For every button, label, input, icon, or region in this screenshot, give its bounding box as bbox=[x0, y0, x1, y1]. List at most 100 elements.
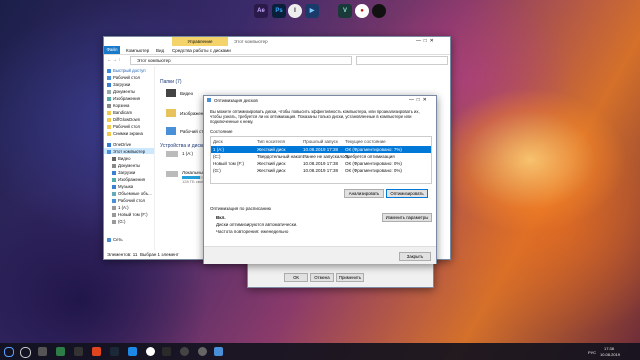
drive-cell-state: Требуется оптимизация bbox=[345, 154, 395, 159]
search-icon[interactable] bbox=[20, 347, 31, 358]
props-cancel-button[interactable]: Отмена bbox=[310, 273, 334, 282]
nav-item[interactable]: Видео bbox=[112, 156, 131, 161]
nav-pane: Быстрый доступ Рабочий стол Загрузки Док… bbox=[104, 66, 155, 250]
nav-item[interactable]: Загрузки bbox=[112, 170, 135, 175]
nav-item[interactable]: (G:) bbox=[112, 219, 125, 224]
drive-cell-last: Ранее не запускалось bbox=[303, 154, 350, 159]
start-icon[interactable] bbox=[4, 347, 14, 357]
schedule-line1: Диски оптимизируются автоматически. bbox=[216, 222, 298, 227]
window-controls[interactable]: — □ ✕ bbox=[416, 38, 434, 44]
nav-item[interactable]: Объемные объ... bbox=[112, 191, 152, 196]
analyze-button[interactable]: Анализировать bbox=[344, 189, 384, 198]
explorer-titlebar: Управление Этот компьютер — □ ✕ bbox=[104, 37, 450, 46]
telegram-icon[interactable] bbox=[128, 347, 137, 356]
explorer-title: Этот компьютер bbox=[234, 39, 268, 44]
drive-cell-last: 10.08.2019 17:38 bbox=[303, 147, 339, 152]
optimize-button[interactable]: Оптимизировать bbox=[386, 189, 428, 198]
nav-item[interactable]: Документы bbox=[112, 163, 140, 168]
drives-table: Диск Тип носителя Прошлый запуск Текущее… bbox=[210, 136, 432, 184]
app-icon-4[interactable] bbox=[162, 347, 171, 356]
drive-cell-disk: (G:) bbox=[213, 168, 221, 173]
drive-cell-disk: Новый том (F:) bbox=[213, 161, 244, 166]
nav-item[interactable]: Загрузки bbox=[107, 82, 130, 87]
ribbon-tabs: Файл Компьютер Вид Средства работы с дис… bbox=[104, 46, 450, 55]
drive-a-label[interactable]: 1 (A:) bbox=[182, 151, 193, 156]
ribbon-tab-computer[interactable]: Компьютер bbox=[126, 48, 149, 53]
dock-icon-dark[interactable] bbox=[372, 4, 386, 18]
dock-icon-v[interactable]: V bbox=[338, 4, 352, 18]
dock-icon-ae[interactable]: Ae bbox=[254, 4, 268, 18]
ribbon-tab-file[interactable]: Файл bbox=[104, 46, 120, 54]
dock-icon-ps[interactable]: Ps bbox=[272, 4, 286, 18]
props-apply-button[interactable]: Применить bbox=[336, 273, 364, 282]
folder-video[interactable]: Видео bbox=[180, 91, 193, 96]
clock-date[interactable]: 10.08.2019 bbox=[600, 352, 620, 357]
ribbon-manage-tab[interactable]: Управление bbox=[172, 37, 228, 46]
explorer-taskbar-icon[interactable] bbox=[214, 347, 223, 356]
nav-item[interactable]: Новый том (F:) bbox=[112, 212, 148, 217]
nav-quick-access[interactable]: Быстрый доступ bbox=[107, 68, 146, 73]
dock-icon-i[interactable]: I bbox=[288, 4, 302, 18]
yandex-icon[interactable] bbox=[146, 347, 155, 356]
app-icon-3[interactable] bbox=[92, 347, 101, 356]
dialog-window-controls[interactable]: — □ ✕ bbox=[409, 97, 427, 103]
drive-row[interactable]: 1 (A:) Жесткий диск 10.08.2019 17:38 ОК (Фр… bbox=[211, 146, 431, 153]
nav-item[interactable]: Рабочий стол bbox=[107, 124, 140, 129]
status-label: Состояние bbox=[210, 129, 233, 134]
drive-cell-media: Жесткий диск bbox=[257, 168, 286, 173]
nav-arrows[interactable]: ← → ↑ bbox=[107, 57, 121, 62]
nav-onedrive[interactable]: OneDrive bbox=[107, 142, 131, 147]
app-icon-5[interactable] bbox=[180, 347, 189, 356]
nav-item[interactable]: Изображения bbox=[107, 96, 140, 101]
folders-header[interactable]: Папки (7) bbox=[160, 79, 182, 85]
task-view-icon[interactable] bbox=[38, 347, 47, 356]
nav-item[interactable]: DiffGlowDown bbox=[107, 117, 140, 122]
col-media[interactable]: Тип носителя bbox=[257, 139, 285, 144]
col-last-run[interactable]: Прошлый запуск bbox=[303, 139, 338, 144]
search-input[interactable] bbox=[356, 56, 448, 65]
nav-item[interactable]: Корзина bbox=[107, 103, 129, 108]
nav-item[interactable]: Снимки экрана bbox=[107, 131, 143, 136]
steam-icon[interactable] bbox=[110, 347, 119, 356]
drive-cell-last: 10.08.2019 17:38 bbox=[303, 168, 339, 173]
dock-icon-play[interactable]: ▶ bbox=[305, 4, 319, 18]
nav-network[interactable]: Сеть bbox=[107, 237, 123, 242]
nav-item[interactable]: Рабочий стол bbox=[112, 198, 145, 203]
defrag-icon bbox=[207, 98, 211, 102]
app-icon-1[interactable] bbox=[56, 347, 65, 356]
drive-cell-media: Твердотельный накоп... bbox=[257, 154, 307, 159]
col-state[interactable]: Текущее состояние bbox=[345, 139, 386, 144]
props-ok-button[interactable]: ОК bbox=[284, 273, 308, 282]
drive-cell-disk: 1 (A:) bbox=[213, 147, 225, 152]
nav-item[interactable]: 1 (A:) bbox=[112, 205, 129, 210]
nav-item[interactable]: Музыка bbox=[112, 184, 133, 189]
drive-cell-last: 10.08.2019 17:38 bbox=[303, 161, 339, 166]
change-params-button[interactable]: Изменить параметры bbox=[382, 213, 432, 222]
ribbon-tab-view[interactable]: Вид bbox=[156, 48, 164, 53]
status-count: Элементов: 11 bbox=[107, 252, 138, 257]
app-icon-2[interactable] bbox=[74, 347, 83, 356]
drive-row[interactable]: (G:) Жесткий диск 10.08.2019 17:38 ОК (Фраг… bbox=[211, 167, 431, 174]
drive-a-icon bbox=[166, 151, 178, 157]
status-selected: Выбран 1 элемент bbox=[140, 252, 179, 257]
col-disk[interactable]: Диск bbox=[213, 139, 223, 144]
address-bar-row: ← → ↑ Этот компьютер bbox=[104, 55, 450, 65]
nav-item[interactable]: Рабочий стол bbox=[107, 75, 140, 80]
drive-cell-state: ОК (Фрагментировано: 0%) bbox=[345, 161, 402, 166]
nav-item[interactable]: Документы bbox=[107, 89, 135, 94]
dock-icon-record[interactable]: ● bbox=[355, 4, 369, 18]
nav-item[interactable]: Bandicam bbox=[107, 110, 132, 115]
close-button[interactable]: Закрыть bbox=[399, 252, 431, 261]
address-input[interactable]: Этот компьютер bbox=[130, 56, 352, 65]
drive-row[interactable]: (C:) Твердотельный накоп... Ранее не запус… bbox=[211, 153, 431, 160]
drive-local-icon bbox=[166, 171, 178, 177]
drive-row[interactable]: Новый том (F:) Жесткий диск 10.08.2019 17:… bbox=[211, 160, 431, 167]
drive-cell-media: Жесткий диск bbox=[257, 161, 286, 166]
nav-this-pc[interactable]: Этот компьютер bbox=[107, 149, 145, 154]
clock-time[interactable]: 17:38 bbox=[604, 346, 614, 351]
language-indicator[interactable]: РУС bbox=[588, 350, 596, 355]
dialog-description: Вы можете оптимизировать диски, чтобы по… bbox=[210, 109, 420, 124]
app-icon-6[interactable] bbox=[198, 347, 207, 356]
ribbon-tab-drive-tools[interactable]: Средства работы с дисками bbox=[172, 48, 231, 53]
nav-item[interactable]: Изображения bbox=[112, 177, 145, 182]
